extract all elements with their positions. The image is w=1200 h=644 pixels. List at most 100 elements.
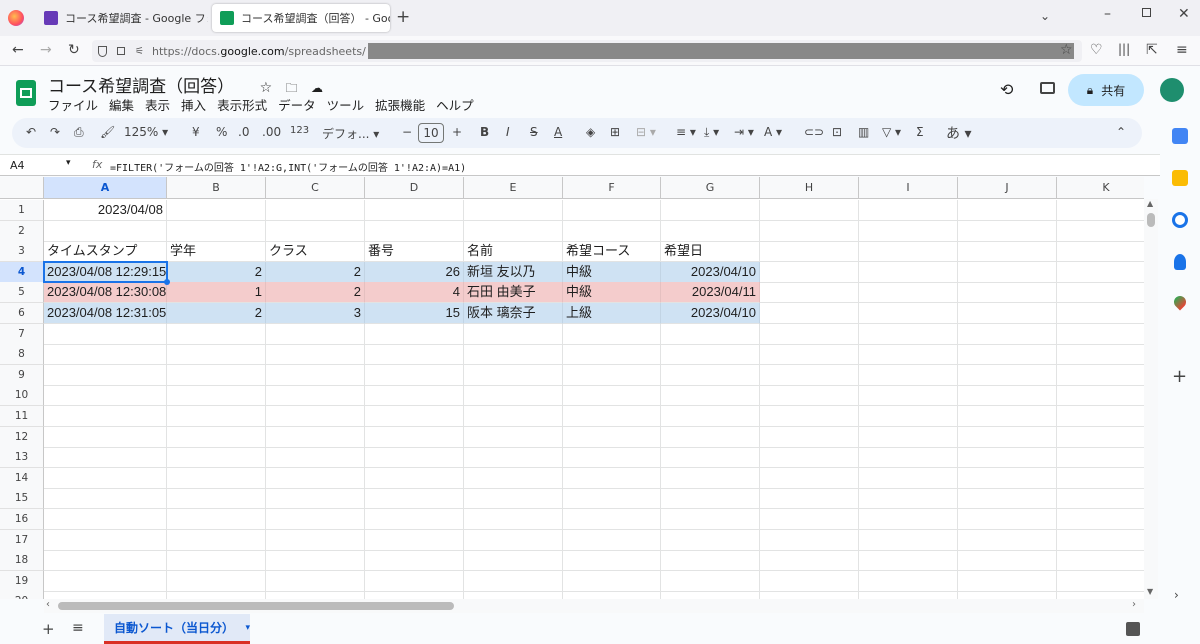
undo-icon[interactable]: ↶ xyxy=(26,125,36,139)
percent-format-button[interactable]: % xyxy=(216,125,227,139)
column-header-g[interactable]: G xyxy=(661,177,760,199)
grid-cell[interactable] xyxy=(563,385,661,407)
grid-cell[interactable] xyxy=(760,570,859,592)
grid-cell[interactable] xyxy=(464,591,563,599)
grid-cell[interactable] xyxy=(661,550,760,572)
row-header[interactable]: 1 xyxy=(0,200,44,221)
grid-cell[interactable] xyxy=(464,467,563,489)
grid-cell[interactable] xyxy=(266,406,365,427)
menu-tools[interactable]: ツール xyxy=(327,95,365,114)
grid-cell[interactable] xyxy=(464,323,563,345)
scroll-down-icon[interactable]: ▼ xyxy=(1147,587,1153,596)
grid-cell[interactable] xyxy=(859,282,958,304)
grid-cell[interactable] xyxy=(1057,324,1144,345)
grid-cell[interactable] xyxy=(563,591,661,599)
grid-cell[interactable] xyxy=(167,467,266,489)
data-cell[interactable]: 3 xyxy=(266,303,365,324)
grid-cell[interactable] xyxy=(1057,344,1144,366)
grid-cell[interactable] xyxy=(661,467,760,489)
grid-cell[interactable] xyxy=(859,426,958,448)
grid-cell[interactable] xyxy=(464,426,563,448)
horizontal-scrollbar[interactable]: ‹ › xyxy=(44,599,1144,613)
row-header[interactable]: 13 xyxy=(0,447,44,469)
grid-cell[interactable] xyxy=(859,570,958,592)
grid-cell[interactable] xyxy=(44,364,167,386)
grid-cell[interactable] xyxy=(1057,365,1144,386)
grid-cell[interactable] xyxy=(167,529,266,551)
menu-file[interactable]: ファイル xyxy=(48,95,98,114)
keep-icon[interactable] xyxy=(1172,170,1188,186)
grid-cell[interactable] xyxy=(760,261,859,283)
zoom-select[interactable]: 125% ▾ xyxy=(124,125,168,139)
grid-cell[interactable] xyxy=(44,344,167,366)
grid-cell[interactable] xyxy=(266,509,365,530)
text-color-icon[interactable]: A xyxy=(554,125,562,139)
row-header[interactable]: 19 xyxy=(0,570,44,592)
row-header[interactable]: 15 xyxy=(0,488,44,510)
grid-cell[interactable] xyxy=(266,385,365,407)
sheet-tab-active[interactable]: 自動ソート（当日分） ▾ xyxy=(104,614,250,644)
grid-cell[interactable] xyxy=(1057,200,1144,221)
menu-data[interactable]: データ xyxy=(278,95,316,114)
menu-insert[interactable]: 挿入 xyxy=(181,95,206,114)
row-header[interactable]: 17 xyxy=(0,529,44,551)
grid-cell[interactable] xyxy=(1057,221,1144,242)
grid-cell[interactable] xyxy=(44,385,167,407)
tab-list-icon[interactable]: ⌄ xyxy=(1040,9,1050,23)
grid-cell[interactable] xyxy=(44,591,167,599)
data-cell[interactable]: 2023/04/08 12:31:05 xyxy=(44,303,167,324)
row-header[interactable]: 14 xyxy=(0,467,44,489)
grid-cell[interactable] xyxy=(661,344,760,366)
grid-cell[interactable] xyxy=(661,406,760,427)
increase-decimal-button[interactable]: .00 xyxy=(262,125,281,139)
redo-icon[interactable]: ↷ xyxy=(50,125,60,139)
grid-cell[interactable] xyxy=(958,282,1057,304)
grid-cell[interactable] xyxy=(266,570,365,592)
grid-cell[interactable] xyxy=(365,550,464,572)
grid-cell[interactable] xyxy=(464,344,563,366)
grid-cell[interactable] xyxy=(563,467,661,489)
data-cell[interactable]: 新垣 友以乃 xyxy=(464,261,563,283)
grid-cell[interactable] xyxy=(760,323,859,345)
grid-cell[interactable] xyxy=(661,385,760,407)
formula-input[interactable]: =FILTER('フォームの回答 1'!A2:G,INT('フォームの回答 1'… xyxy=(110,159,466,174)
grid-cell[interactable] xyxy=(1057,447,1144,469)
grid-cell[interactable] xyxy=(661,591,760,599)
move-folder-icon[interactable]: 🗀 xyxy=(286,81,298,95)
grid-cell[interactable] xyxy=(464,220,563,242)
grid-cell[interactable] xyxy=(44,488,167,510)
horizontal-align-icon[interactable]: ≡ ▾ xyxy=(676,125,696,139)
grid-cell[interactable] xyxy=(44,509,167,530)
grid-cell[interactable] xyxy=(958,200,1057,221)
grid-cell[interactable] xyxy=(859,241,958,263)
row-header[interactable]: 7 xyxy=(0,323,44,345)
filter-icon[interactable]: ▽ ▾ xyxy=(882,125,901,139)
grid-cell[interactable] xyxy=(1057,530,1144,551)
grid-cell[interactable] xyxy=(464,529,563,551)
grid-cell[interactable] xyxy=(563,570,661,592)
extensions-icon[interactable]: ⇱ xyxy=(1146,42,1158,58)
select-all-corner[interactable] xyxy=(0,177,44,199)
menu-icon[interactable]: ≡ xyxy=(1176,42,1188,58)
grid-cell[interactable] xyxy=(661,488,760,510)
grid-cell[interactable] xyxy=(563,364,661,386)
grid-cell[interactable] xyxy=(760,467,859,489)
grid-cell[interactable] xyxy=(464,550,563,572)
vertical-align-icon[interactable]: ⤓ ▾ xyxy=(704,125,719,140)
row-header[interactable]: 11 xyxy=(0,406,44,427)
grid-cell[interactable] xyxy=(859,344,958,366)
grid-cell[interactable] xyxy=(958,261,1057,283)
vertical-scrollbar[interactable]: ▲ ▼ xyxy=(1144,199,1158,599)
sheet-tab-dropdown-icon[interactable]: ▾ xyxy=(245,623,250,633)
row-header[interactable]: 10 xyxy=(0,385,44,407)
data-cell[interactable]: 石田 由美子 xyxy=(464,282,563,304)
grid-cell[interactable] xyxy=(661,509,760,530)
grid-cell[interactable] xyxy=(266,344,365,366)
data-cell[interactable]: 中級 xyxy=(563,261,661,283)
grid-cell[interactable] xyxy=(266,200,365,221)
grid-cell[interactable] xyxy=(563,550,661,572)
grid-cell[interactable] xyxy=(266,364,365,386)
italic-icon[interactable]: I xyxy=(506,125,510,139)
pocket-icon[interactable]: ♡ xyxy=(1090,42,1103,58)
grid-cell[interactable] xyxy=(44,406,167,427)
